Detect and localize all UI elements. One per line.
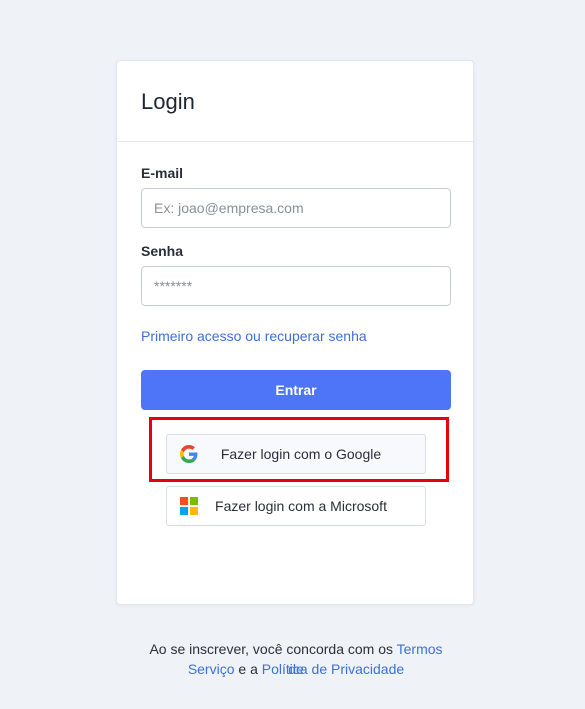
microsoft-icon	[179, 496, 199, 516]
microsoft-login-button[interactable]: Fazer login com a Microsoft	[166, 486, 426, 526]
terms-of-service-link-continued[interactable]: Serviço	[188, 661, 235, 677]
login-button[interactable]: Entrar	[141, 370, 451, 410]
password-label: Senha	[141, 243, 184, 259]
card-header: Login	[117, 61, 473, 142]
google-login-button[interactable]: Fazer login com o Google	[166, 434, 426, 474]
password-input[interactable]	[141, 266, 451, 306]
terms-line-2: Serviço e a Política de Privacidade	[141, 659, 451, 679]
terms-prefix: Ao se inscrever, você concorda com os	[149, 641, 397, 657]
email-label: E-mail	[141, 165, 184, 181]
page-title: Login	[141, 89, 195, 114]
microsoft-login-label: Fazer login com a Microsoft	[215, 498, 387, 514]
terms-middle: e a	[234, 661, 262, 677]
google-login-label: Fazer login com o Google	[220, 446, 382, 462]
login-card: Login E-mail Senha Primeiro acesso ou re…	[116, 60, 474, 677]
privacy-policy-link[interactable]: Política de Privacidade	[262, 661, 404, 677]
google-icon	[179, 444, 199, 464]
email-input[interactable]	[141, 188, 451, 228]
recover-password-link[interactable]: Primeiro acesso ou recuperar senha	[141, 328, 367, 344]
